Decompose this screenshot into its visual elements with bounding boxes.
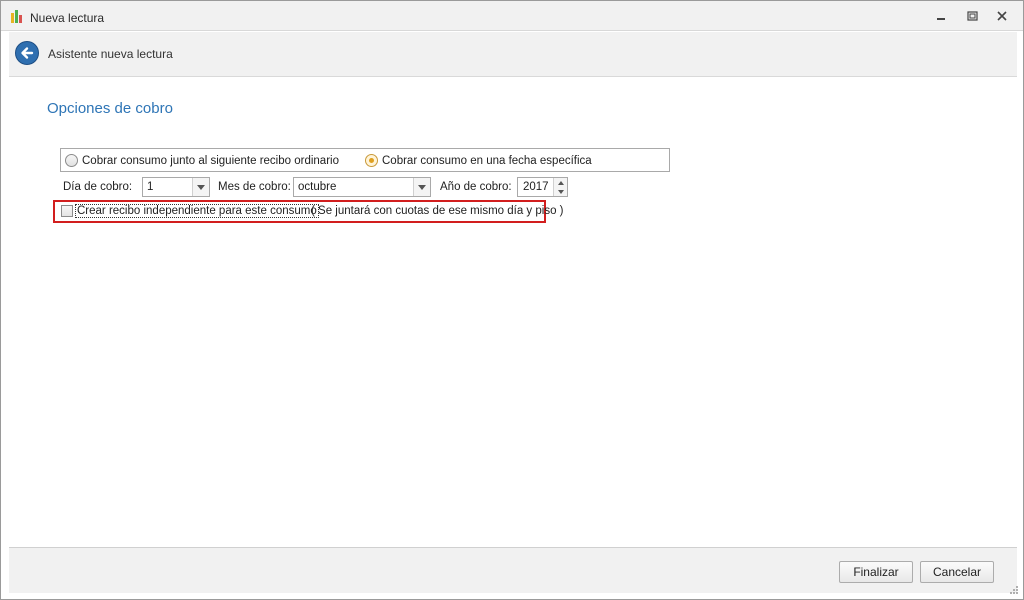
radio-unchecked-icon	[65, 154, 78, 167]
spin-down-icon[interactable]	[554, 187, 567, 196]
title-bar[interactable]: Nueva lectura	[1, 1, 1023, 31]
cancel-button[interactable]: Cancelar	[920, 561, 994, 583]
section-title: Opciones de cobro	[47, 100, 173, 117]
wizard-window: Nueva lectura Asistente nueva lectura Op…	[0, 0, 1024, 600]
independent-receipt-checkbox[interactable]	[61, 205, 73, 217]
wizard-footer: Finalizar Cancelar	[9, 547, 1017, 593]
independent-receipt-label[interactable]: Crear recibo independiente para este con…	[75, 204, 319, 218]
minimize-icon	[937, 18, 945, 20]
month-combo[interactable]: octubre	[293, 177, 431, 197]
year-label: Año de cobro:	[440, 181, 512, 193]
resize-grip-icon[interactable]	[1009, 585, 1019, 595]
maximize-button[interactable]	[960, 7, 984, 25]
year-spinner[interactable]: 2017	[517, 177, 568, 197]
radio-checked-icon	[365, 154, 378, 167]
spin-up-icon[interactable]	[554, 178, 567, 187]
window-title: Nueva lectura	[30, 11, 105, 25]
restore-icon	[966, 11, 978, 21]
month-value: octubre	[298, 181, 337, 193]
month-label: Mes de cobro:	[218, 181, 291, 193]
day-value: 1	[147, 181, 154, 193]
back-button[interactable]	[15, 41, 39, 65]
wizard-header: Asistente nueva lectura	[9, 32, 1017, 77]
chevron-down-icon[interactable]	[192, 178, 209, 196]
bar-chart-app-icon	[11, 10, 25, 23]
back-arrow-icon	[21, 47, 34, 59]
radio-label: Cobrar consumo junto al siguiente recibo…	[82, 154, 339, 167]
close-icon	[997, 11, 1007, 21]
radio-label: Cobrar consumo en una fecha específica	[382, 154, 592, 167]
spinner-buttons	[553, 178, 567, 196]
close-button[interactable]	[990, 7, 1014, 25]
independent-receipt-hint: ( Se juntará con cuotas de ese mismo día…	[311, 205, 564, 217]
finish-button[interactable]: Finalizar	[839, 561, 913, 583]
radio-specific-date[interactable]: Cobrar consumo en una fecha específica	[365, 154, 592, 167]
day-label: Día de cobro:	[63, 181, 133, 193]
year-value: 2017	[523, 181, 549, 193]
payment-mode-group: Cobrar consumo junto al siguiente recibo…	[60, 148, 670, 172]
radio-next-ordinary-receipt[interactable]: Cobrar consumo junto al siguiente recibo…	[65, 154, 339, 167]
day-combo[interactable]: 1	[142, 177, 210, 197]
minimize-button[interactable]	[929, 7, 953, 25]
wizard-title: Asistente nueva lectura	[48, 47, 173, 61]
chevron-down-icon[interactable]	[413, 178, 430, 196]
